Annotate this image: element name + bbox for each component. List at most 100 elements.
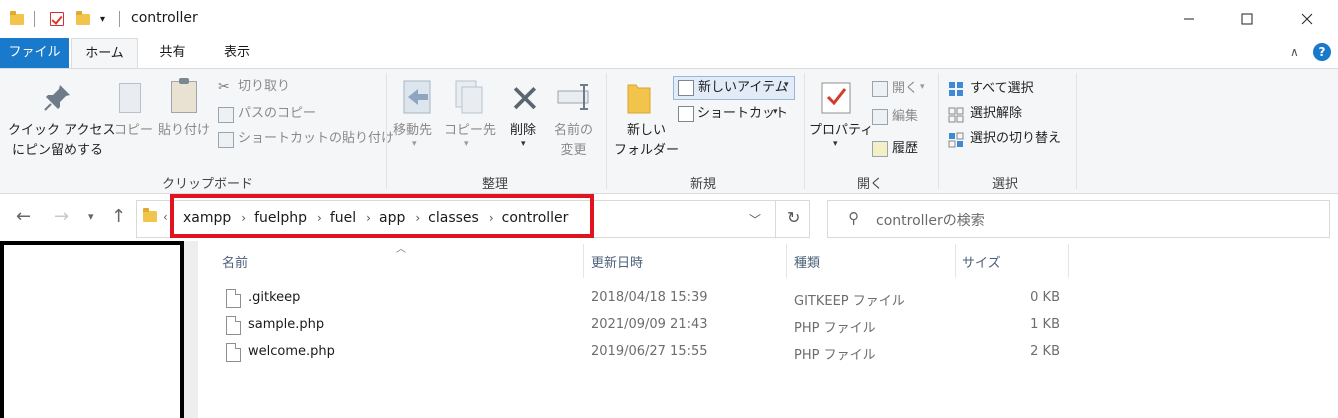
navigation-scrollbar[interactable] bbox=[184, 241, 198, 418]
tab-file[interactable]: ファイル bbox=[0, 38, 69, 68]
cut-button[interactable]: 切り取り bbox=[238, 77, 290, 97]
new-item-label: 新しいアイテム bbox=[698, 80, 788, 95]
search-input[interactable]: controllerの検索 bbox=[876, 210, 985, 230]
tab-view[interactable]: 表示 bbox=[208, 38, 266, 68]
pin-icon bbox=[44, 85, 70, 111]
properties-icon bbox=[821, 82, 851, 114]
file-row[interactable]: .gitkeep 2018/04/18 15:39 GITKEEP ファイル 0… bbox=[222, 286, 1082, 313]
new-group-label: 新規 bbox=[689, 177, 716, 192]
file-size: 0 KB bbox=[1030, 290, 1060, 305]
pin-quick-access-button[interactable]: クイック アクセス にピン留めする bbox=[8, 121, 115, 161]
copy-icon bbox=[119, 83, 141, 113]
open-icon bbox=[872, 81, 888, 97]
paste-shortcut-icon bbox=[218, 132, 234, 148]
title-bar: ▾ controller bbox=[0, 0, 1338, 38]
file-type: GITKEEP ファイル bbox=[794, 294, 905, 309]
delete-icon: ✕ bbox=[509, 77, 541, 121]
rename-button[interactable]: 名前の 変更 bbox=[554, 121, 593, 161]
column-header-date[interactable]: 更新日時 bbox=[591, 252, 643, 271]
recent-locations-button[interactable]: ▾ bbox=[88, 210, 94, 223]
forward-button[interactable]: → bbox=[54, 206, 69, 227]
select-all-icon bbox=[949, 82, 963, 96]
file-icon bbox=[226, 289, 241, 308]
maximize-button[interactable] bbox=[1224, 0, 1270, 38]
rename-label-1: 名前の bbox=[554, 123, 594, 138]
rename-label-2: 変更 bbox=[560, 143, 587, 158]
rename-icon bbox=[557, 84, 589, 110]
column-header-type[interactable]: 種類 bbox=[794, 252, 820, 271]
folder-icon bbox=[143, 208, 157, 222]
edit-icon bbox=[872, 109, 888, 125]
refresh-icon[interactable]: ↻ bbox=[787, 208, 800, 227]
file-size: 1 KB bbox=[1030, 317, 1060, 332]
new-item-button[interactable]: 新しいアイテム ▾ bbox=[673, 76, 795, 100]
php-file-icon bbox=[226, 343, 241, 362]
file-size: 2 KB bbox=[1030, 344, 1060, 359]
customize-quick-access-icon[interactable]: ▾ bbox=[100, 9, 105, 29]
copy-to-button[interactable]: コピー先 bbox=[444, 121, 496, 141]
file-row[interactable]: sample.php 2021/09/09 21:43 PHP ファイル 1 K… bbox=[222, 313, 1082, 340]
highlight-box bbox=[170, 194, 594, 238]
close-icon bbox=[1301, 13, 1313, 25]
chevron-down-icon: ▾ bbox=[521, 139, 526, 149]
column-header-name[interactable]: 名前 bbox=[222, 252, 248, 271]
copy-path-button[interactable]: パスのコピー bbox=[238, 104, 316, 124]
php-file-icon bbox=[226, 316, 241, 335]
column-header-size[interactable]: サイズ bbox=[962, 252, 1001, 271]
minimize-button[interactable] bbox=[1166, 0, 1212, 38]
chevron-up-icon[interactable]: ∧ bbox=[1290, 45, 1299, 59]
new-folder-quick-icon[interactable] bbox=[76, 9, 90, 29]
tab-share[interactable]: 共有 bbox=[145, 38, 200, 68]
history-button[interactable]: 履歴 bbox=[892, 139, 918, 159]
separator bbox=[34, 9, 35, 29]
column-separator[interactable] bbox=[955, 244, 956, 278]
properties-button[interactable]: プロパティ bbox=[809, 121, 873, 141]
file-row[interactable]: welcome.php 2019/06/27 15:55 PHP ファイル 2 … bbox=[222, 340, 1082, 367]
back-button[interactable]: ← bbox=[16, 206, 31, 227]
select-none-icon bbox=[948, 107, 964, 123]
select-none-button[interactable]: 選択解除 bbox=[970, 104, 1022, 124]
new-folder-label-1: 新しい bbox=[627, 123, 667, 138]
breadcrumb-overflow-icon[interactable]: ‹ bbox=[163, 210, 168, 224]
sort-ascending-icon: ︿ bbox=[396, 244, 406, 255]
paste-button[interactable]: 貼り付け bbox=[158, 121, 210, 141]
separator bbox=[775, 201, 776, 237]
scissors-icon: ✂ bbox=[218, 79, 230, 95]
up-button[interactable]: ↑ bbox=[111, 206, 126, 227]
paste-icon bbox=[171, 78, 197, 113]
separator bbox=[119, 9, 120, 29]
file-date: 2019/06/27 15:55 bbox=[591, 344, 708, 359]
move-to-button[interactable]: 移動先 bbox=[393, 121, 432, 141]
select-all-button[interactable]: すべて選択 bbox=[970, 79, 1034, 99]
copy-button[interactable]: コピー bbox=[114, 121, 153, 141]
properties-quick-icon[interactable] bbox=[50, 9, 64, 29]
group-separator bbox=[1076, 73, 1077, 189]
column-separator[interactable] bbox=[1068, 244, 1069, 278]
help-icon[interactable]: ? bbox=[1313, 43, 1331, 61]
search-box[interactable]: ⚲ controllerの検索 bbox=[827, 200, 1330, 238]
invert-selection-icon bbox=[948, 132, 964, 148]
navigation-pane[interactable] bbox=[0, 241, 184, 418]
chevron-down-icon: ▾ bbox=[464, 139, 469, 149]
address-dropdown-icon[interactable]: ﹀ bbox=[749, 211, 761, 228]
new-folder-icon bbox=[627, 84, 651, 114]
chevron-down-icon: ▾ bbox=[412, 139, 417, 149]
delete-button[interactable]: 削除 bbox=[510, 121, 536, 141]
column-separator[interactable] bbox=[786, 244, 787, 278]
chevron-down-icon: ▾ bbox=[833, 139, 838, 149]
file-type: PHP ファイル bbox=[794, 321, 876, 336]
close-button[interactable] bbox=[1284, 0, 1330, 38]
open-button[interactable]: 開く bbox=[892, 79, 918, 99]
tab-home[interactable]: ホーム bbox=[71, 38, 138, 69]
edit-button[interactable]: 編集 bbox=[892, 107, 918, 127]
copy-path-icon bbox=[218, 107, 234, 123]
maximize-icon bbox=[1241, 13, 1253, 25]
shortcut-icon bbox=[678, 106, 694, 122]
invert-selection-button[interactable]: 選択の切り替え bbox=[970, 129, 1061, 149]
open-group-label: 開く bbox=[856, 177, 883, 192]
chevron-down-icon: ▾ bbox=[784, 80, 789, 90]
history-icon bbox=[872, 141, 888, 157]
new-folder-button[interactable]: 新しい フォルダー bbox=[614, 121, 679, 161]
paste-shortcut-button[interactable]: ショートカットの貼り付け bbox=[238, 129, 394, 149]
column-separator[interactable] bbox=[583, 244, 584, 278]
